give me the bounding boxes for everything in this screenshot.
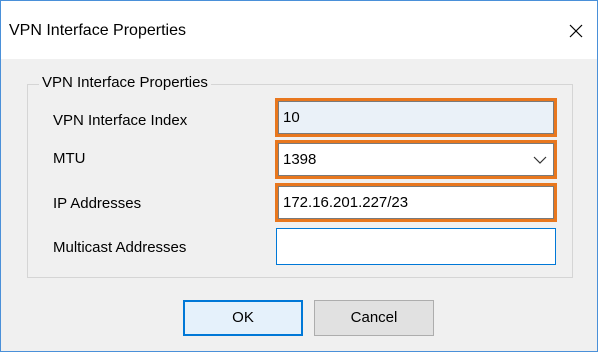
chevron-down-icon[interactable]: [533, 155, 547, 165]
window-title: VPN Interface Properties: [9, 22, 186, 39]
multicast-addresses-input[interactable]: [276, 228, 556, 265]
multicast-addresses-label: Multicast Addresses: [53, 239, 187, 256]
ip-addresses-label: IP Addresses: [53, 195, 142, 212]
ok-button[interactable]: OK: [183, 300, 303, 336]
mtu-dropdown-inner[interactable]: 1398: [278, 143, 554, 176]
ip-addresses-field[interactable]: 172.16.201.227/23: [275, 183, 557, 222]
groupbox-legend: VPN Interface Properties: [39, 74, 211, 92]
ip-addresses-input[interactable]: 172.16.201.227/23: [278, 186, 554, 219]
close-icon: [569, 24, 583, 38]
mtu-label: MTU: [53, 150, 86, 167]
vpn-interface-index-label: VPN Interface Index: [53, 112, 188, 129]
dialog-window: VPN Interface Properties VPN Interface P…: [0, 0, 598, 352]
mtu-dropdown[interactable]: 1398: [275, 140, 557, 179]
vpn-interface-index-value: 10: [278, 101, 554, 134]
cancel-button[interactable]: Cancel: [314, 300, 434, 336]
close-button[interactable]: [555, 13, 597, 49]
vpn-interface-index-field: 10: [275, 98, 557, 137]
mtu-value: 1398: [283, 150, 317, 168]
title-bar: VPN Interface Properties: [1, 1, 597, 59]
